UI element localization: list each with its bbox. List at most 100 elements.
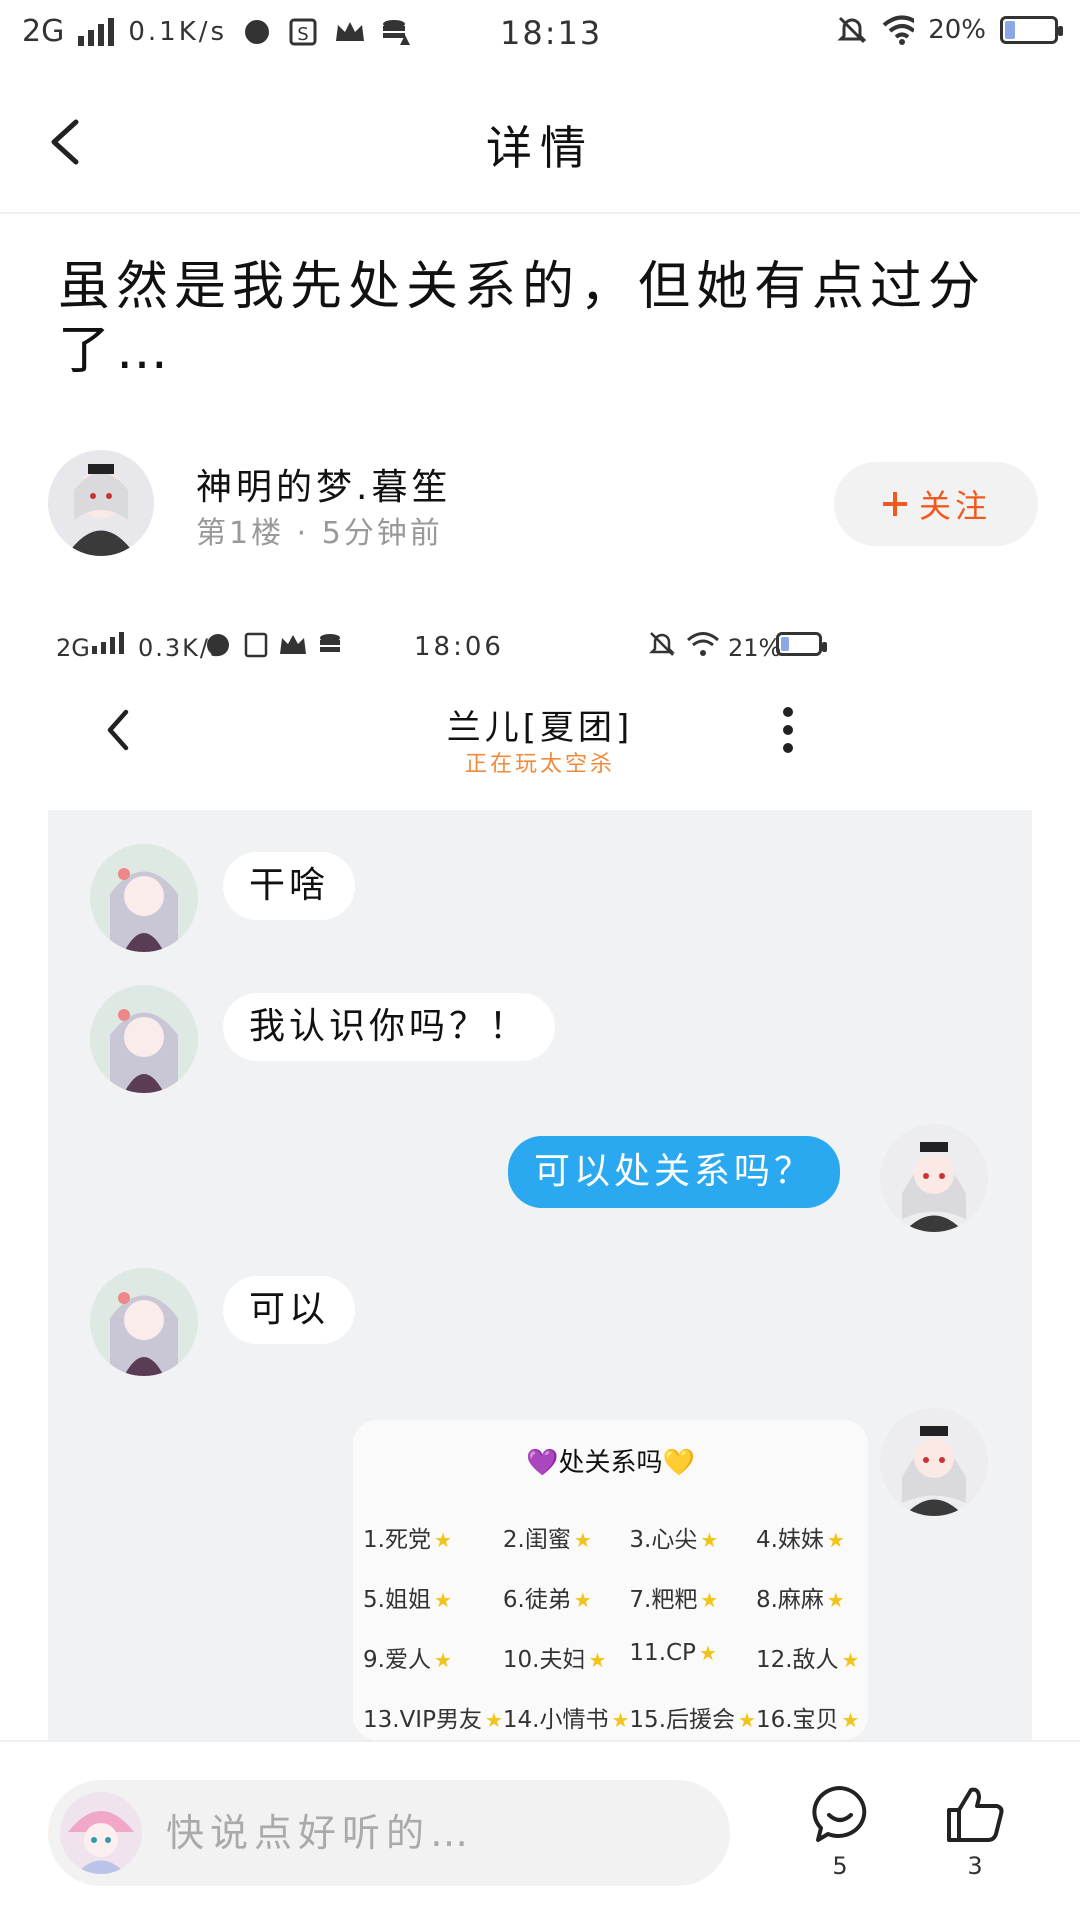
message-bubble: 干啥	[223, 852, 356, 920]
card-option: 3.心尖 ★	[629, 1520, 756, 1554]
embedded-status-bar: 2G 0.3K/s 18:06 21%	[48, 610, 1032, 690]
card-option-label: 12.敌人	[755, 1647, 839, 1673]
card-option: 8.麻麻 ★	[756, 1580, 868, 1614]
s-app-icon: S	[287, 16, 319, 48]
more-vertical-icon	[783, 707, 793, 753]
embedded-network: 2G	[56, 634, 90, 662]
user-avatar	[880, 1124, 988, 1232]
card-option: 5.姐姐 ★	[363, 1580, 503, 1614]
card-option-label: 3.心尖	[629, 1527, 698, 1553]
status-bar: 2G 0.1K/s S 18:13 20%	[0, 0, 1080, 72]
star-icon: ★	[433, 1528, 452, 1552]
author-name[interactable]: 神明的梦.暮笙	[196, 458, 451, 510]
card-option-label: 15.后援会	[629, 1707, 735, 1733]
embedded-app-icons	[206, 632, 356, 664]
card-option-label: 16.宝贝	[755, 1707, 839, 1733]
embedded-mute-icon	[648, 630, 676, 664]
star-icon: ★	[700, 1588, 719, 1612]
relationship-card: 💜处关系吗💛 1.死党 ★ 2.闺蜜 ★ 3.心尖 ★ 4.妹妹 ★ 5.姐姐 ★ 6.徒弟 ★ 7.粑…	[353, 1420, 868, 1740]
card-option-label: 13.VIP男友	[363, 1707, 482, 1733]
embedded-battery-percent: 21%	[728, 634, 782, 662]
author-avatar[interactable]	[48, 450, 154, 556]
chat-subtitle: 正在玩太空杀	[464, 752, 615, 777]
card-option-label: 5.姐姐	[363, 1587, 431, 1613]
card-option-label: 9.爱人	[363, 1647, 431, 1673]
post-title: 虽然是我先处关系的，但她有点过分了…	[58, 257, 987, 381]
wifi-icon	[882, 14, 915, 46]
embedded-wifi-icon	[686, 630, 720, 664]
embedded-signal-icon	[92, 632, 124, 654]
post-meta: 第1楼 · 5分钟前	[196, 516, 443, 551]
follow-label: 关注	[918, 487, 991, 525]
top-navbar: 详情	[0, 72, 1080, 214]
card-option: 13.VIP男友 ★	[363, 1700, 503, 1734]
card-options-grid: 1.死党 ★ 2.闺蜜 ★ 3.心尖 ★ 4.妹妹 ★ 5.姐姐 ★ 6.徒弟 ★ 7.粑粑 ★ 8.麻麻 ★…	[363, 1520, 868, 1734]
plus-icon	[882, 492, 907, 516]
bottom-action-bar: 快说点好听的… 5 3	[0, 1740, 1080, 1922]
card-option-label: 4.妹妹	[755, 1527, 824, 1553]
comment-icon	[812, 1786, 867, 1842]
card-title: 💜处关系吗💛	[526, 1448, 695, 1478]
card-option: 1.死党 ★	[363, 1520, 503, 1554]
contact-avatar	[90, 1268, 198, 1376]
star-icon: ★	[700, 1528, 719, 1552]
database-icon	[379, 16, 411, 48]
battery-icon	[1000, 16, 1063, 44]
comment-placeholder: 快说点好听的…	[166, 1811, 475, 1855]
like-count: 3	[967, 1852, 983, 1880]
chat-body: 干啥 我认识你吗？！ 可以处关系吗？ 可以 💜处关系吗💛 1.死党 ★ 2.闺蜜 ★ 3…	[48, 810, 1032, 1740]
comment-count: 5	[832, 1852, 848, 1880]
follow-button[interactable]: 关注	[834, 462, 1038, 546]
card-option: 2.闺蜜 ★	[503, 1520, 630, 1554]
battery-percent: 20%	[928, 15, 986, 45]
contact-avatar	[90, 985, 198, 1093]
network-type: 2G	[22, 14, 65, 49]
star-icon: ★	[433, 1588, 452, 1612]
card-option-label: 8.麻麻	[755, 1587, 824, 1613]
card-option: 7.粑粑 ★	[629, 1580, 756, 1614]
like-button[interactable]: 3	[935, 1782, 1015, 1902]
message-bubble-sent: 可以处关系吗？	[508, 1136, 841, 1208]
my-avatar	[60, 1792, 142, 1874]
author-row: 神明的梦.暮笙 第1楼 · 5分钟前 关注	[48, 450, 1038, 560]
embedded-battery-icon	[776, 632, 827, 656]
signal-icon	[78, 17, 115, 46]
message-bubble: 我认识你吗？！	[223, 993, 556, 1061]
svg-text:S: S	[297, 24, 308, 45]
star-icon: ★	[738, 1708, 756, 1732]
card-option: 9.爱人 ★	[363, 1640, 503, 1674]
card-option-label: 2.闺蜜	[502, 1527, 571, 1553]
post-image[interactable]: 2G 0.3K/s 18:06 21% 兰儿[夏团] 正在玩太空杀 干啥 我认识…	[48, 610, 1032, 1740]
planet-icon	[241, 16, 273, 48]
embedded-chat-header: 兰儿[夏团] 正在玩太空杀	[48, 690, 1032, 800]
star-icon: ★	[841, 1708, 860, 1732]
clock: 18:13	[500, 14, 603, 52]
card-option-label: 10.夫妇	[502, 1647, 586, 1673]
star-icon: ★	[841, 1648, 860, 1672]
embedded-clock: 18:06	[414, 632, 504, 662]
star-icon: ★	[433, 1648, 452, 1672]
thumbs-up-icon	[947, 1787, 1004, 1842]
card-option-label: 11.CP	[629, 1640, 696, 1666]
star-icon: ★	[573, 1528, 592, 1552]
mute-bell-icon	[836, 14, 868, 46]
card-option: 12.敌人 ★	[756, 1640, 868, 1674]
star-icon: ★	[698, 1641, 717, 1665]
card-option: 15.后援会 ★	[629, 1700, 756, 1734]
card-option: 4.妹妹 ★	[756, 1520, 868, 1554]
card-option-label: 14.小情书	[502, 1707, 609, 1733]
card-option: 16.宝贝 ★	[756, 1700, 868, 1734]
star-icon: ★	[484, 1708, 503, 1732]
star-icon: ★	[588, 1648, 607, 1672]
message-bubble: 可以	[223, 1276, 356, 1344]
star-icon: ★	[573, 1588, 592, 1612]
user-avatar	[880, 1408, 988, 1516]
star-icon: ★	[611, 1708, 630, 1732]
page-title: 详情	[486, 121, 594, 175]
comment-input[interactable]: 快说点好听的…	[48, 1780, 730, 1886]
card-option-label: 6.徒弟	[502, 1587, 571, 1613]
comment-button[interactable]: 5	[800, 1782, 880, 1902]
chat-title: 兰儿[夏团]	[446, 708, 634, 748]
crown-icon	[333, 16, 365, 48]
star-icon: ★	[826, 1528, 845, 1552]
